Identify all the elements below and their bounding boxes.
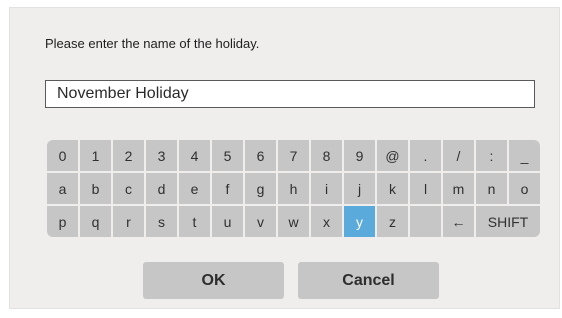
key-y[interactable]: y (344, 206, 375, 237)
key-e[interactable]: e (179, 173, 210, 204)
key-8[interactable]: 8 (311, 140, 342, 171)
key-t[interactable]: t (179, 206, 210, 237)
key-shift[interactable]: SHIFT (476, 206, 540, 237)
key-colon[interactable]: : (476, 140, 507, 171)
holiday-name-dialog: Please enter the name of the holiday. No… (10, 8, 559, 308)
key-u[interactable]: u (212, 206, 243, 237)
key-m[interactable]: m (443, 173, 474, 204)
key-0[interactable]: 0 (47, 140, 78, 171)
key-p[interactable]: p (47, 206, 78, 237)
key-o[interactable]: o (509, 173, 540, 204)
key-2[interactable]: 2 (113, 140, 144, 171)
key-k[interactable]: k (377, 173, 408, 204)
key-3[interactable]: 3 (146, 140, 177, 171)
key-at[interactable]: @ (377, 140, 408, 171)
key-4[interactable]: 4 (179, 140, 210, 171)
key-s[interactable]: s (146, 206, 177, 237)
holiday-name-input[interactable]: November Holiday (45, 80, 535, 108)
keyboard-row: 0 1 2 3 4 5 6 7 8 9 @ . / : _ (47, 140, 547, 171)
key-6[interactable]: 6 (245, 140, 276, 171)
keyboard-row: a b c d e f g h i j k l m n o (47, 173, 547, 204)
ok-button[interactable]: OK (143, 262, 284, 299)
key-g[interactable]: g (245, 173, 276, 204)
key-underscore[interactable]: _ (509, 140, 540, 171)
key-5[interactable]: 5 (212, 140, 243, 171)
on-screen-keyboard: 0 1 2 3 4 5 6 7 8 9 @ . / : _ a b c d e … (47, 140, 547, 239)
key-l[interactable]: l (410, 173, 441, 204)
key-r[interactable]: r (113, 206, 144, 237)
key-a[interactable]: a (47, 173, 78, 204)
prompt-text: Please enter the name of the holiday. (45, 36, 260, 51)
key-z[interactable]: z (377, 206, 408, 237)
key-x[interactable]: x (311, 206, 342, 237)
key-f[interactable]: f (212, 173, 243, 204)
key-slash[interactable]: / (443, 140, 474, 171)
key-1[interactable]: 1 (80, 140, 111, 171)
key-space[interactable] (410, 206, 441, 237)
key-n[interactable]: n (476, 173, 507, 204)
cancel-button[interactable]: Cancel (298, 262, 439, 299)
key-period[interactable]: . (410, 140, 441, 171)
keyboard-row: p q r s t u v w x y z ← SHIFT (47, 206, 547, 237)
key-c[interactable]: c (113, 173, 144, 204)
key-v[interactable]: v (245, 206, 276, 237)
key-b[interactable]: b (80, 173, 111, 204)
key-q[interactable]: q (80, 206, 111, 237)
backspace-icon[interactable]: ← (443, 206, 474, 237)
key-w[interactable]: w (278, 206, 309, 237)
key-d[interactable]: d (146, 173, 177, 204)
key-7[interactable]: 7 (278, 140, 309, 171)
key-i[interactable]: i (311, 173, 342, 204)
key-9[interactable]: 9 (344, 140, 375, 171)
key-j[interactable]: j (344, 173, 375, 204)
key-h[interactable]: h (278, 173, 309, 204)
